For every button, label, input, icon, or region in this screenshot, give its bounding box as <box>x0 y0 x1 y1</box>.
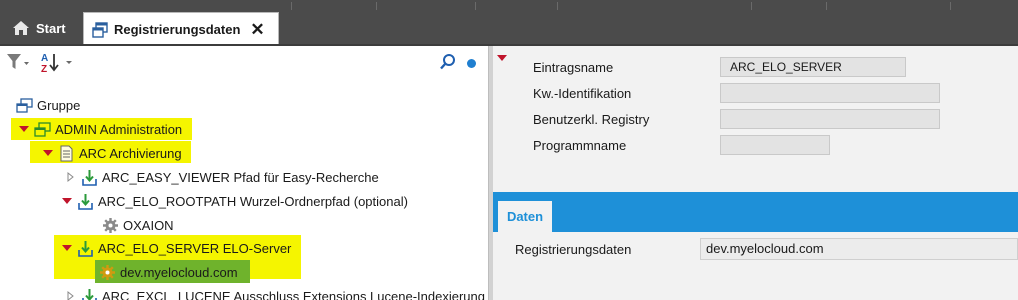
tree-label: ARC_ELO_ROOTPATH Wurzel-Ordnerpfad (opti… <box>98 193 408 209</box>
field-label-eintragsname: Eintragsname <box>533 60 614 75</box>
svg-text:Z: Z <box>41 64 47 73</box>
registry-key-icon <box>82 169 97 186</box>
tree-node-elo-server[interactable]: ARC_ELO_SERVER ELO-Server <box>61 237 291 259</box>
close-icon[interactable]: ✕ <box>250 21 264 38</box>
expanded-arrow-icon[interactable] <box>18 123 30 135</box>
sort-az-icon[interactable]: A Z <box>40 51 74 73</box>
programmname-field[interactable] <box>720 135 830 155</box>
tab-start[interactable]: Start <box>0 12 80 44</box>
window-icon <box>92 21 108 38</box>
gear-icon <box>103 217 118 233</box>
tab-daten[interactable]: Daten <box>498 201 552 232</box>
svg-text:A: A <box>41 53 48 64</box>
tab-bar: Start Registrierungsdaten ✕ <box>0 0 1018 46</box>
expanded-arrow-icon[interactable] <box>61 195 73 207</box>
data-label-registrierungsdaten: Registrierungsdaten <box>515 242 632 257</box>
registrierungsdaten-value-field[interactable]: dev.myelocloud.com <box>700 238 1018 260</box>
filter-icon[interactable] <box>6 53 30 71</box>
collapsed-arrow-icon[interactable] <box>65 171 77 183</box>
field-label-benutzerkl-registry: Benutzerkl. Registry <box>533 112 650 127</box>
tree-toolbar: A Z <box>0 46 488 76</box>
expanded-arrow-icon[interactable] <box>61 242 73 254</box>
collapsed-arrow-icon[interactable] <box>65 290 77 300</box>
gear-icon <box>100 264 115 280</box>
tree-label: OXAION <box>123 217 174 233</box>
tree-label: ARC_ELO_SERVER ELO-Server <box>98 240 292 256</box>
tree-label: Gruppe <box>37 97 81 113</box>
tree-node-archivierung[interactable]: ARC Archivierung <box>42 142 182 164</box>
tree-panel: A Z Gruppe ADMIN Administration ARC Arch… <box>0 46 488 300</box>
divider <box>751 2 752 10</box>
divider <box>950 2 951 10</box>
home-icon <box>13 21 29 35</box>
tree-node-excl-lucene[interactable]: ARC_EXCL_LUCENE Ausschluss Extensions Lu… <box>65 285 485 300</box>
divider <box>291 2 292 10</box>
details-panel: Eintragsname ARC_ELO_SERVER Kw.-Identifi… <box>493 46 1018 300</box>
tree-label: ARC Archivierung <box>79 145 182 161</box>
divider <box>376 2 377 10</box>
registry-key-icon <box>78 193 93 210</box>
group-icon <box>34 121 51 137</box>
tree-label: ARC_EASY_VIEWER Pfad für Easy-Recherche <box>102 169 379 185</box>
registry-key-icon <box>82 288 97 300</box>
tab-registrierungsdaten[interactable]: Registrierungsdaten ✕ <box>83 12 279 46</box>
tree-label: ADMIN Administration <box>55 121 183 137</box>
expanded-arrow-icon[interactable] <box>42 147 54 159</box>
divider <box>475 2 476 10</box>
benutzerkl-registry-field[interactable] <box>720 109 940 129</box>
field-label-kw-identifikation: Kw.-Identifikation <box>533 86 632 101</box>
status-dot-icon[interactable] <box>467 59 476 68</box>
kw-identifikation-field[interactable] <box>720 83 940 103</box>
registry-key-icon <box>78 240 93 257</box>
tree-label: dev.myelocloud.com <box>120 264 238 280</box>
tab-label: Registrierungsdaten <box>114 22 241 37</box>
tree-node-elo-rootpath[interactable]: ARC_ELO_ROOTPATH Wurzel-Ordnerpfad (opti… <box>61 190 408 212</box>
tree-node-dev-myelocloud[interactable]: dev.myelocloud.com <box>99 261 238 283</box>
eintragsname-field[interactable]: ARC_ELO_SERVER <box>720 57 906 77</box>
tree-node-easy-viewer[interactable]: ARC_EASY_VIEWER Pfad für Easy-Recherche <box>65 166 379 188</box>
tree-node-root[interactable]: Gruppe <box>16 94 80 116</box>
tab-start-label: Start <box>36 20 66 36</box>
divider <box>557 2 558 10</box>
data-tab-strip: Daten <box>493 192 1018 232</box>
document-icon <box>60 145 73 161</box>
tree-node-admin[interactable]: ADMIN Administration <box>18 118 182 140</box>
tree-label: ARC_EXCL_LUCENE Ausschluss Extensions Lu… <box>102 288 485 300</box>
divider <box>826 2 827 10</box>
collapse-marker-icon[interactable] <box>497 55 507 61</box>
search-icon[interactable] <box>439 53 457 71</box>
field-label-programmname: Programmname <box>533 138 627 153</box>
group-icon <box>16 97 33 113</box>
tree-node-oxaion[interactable]: OXAION <box>102 214 174 236</box>
